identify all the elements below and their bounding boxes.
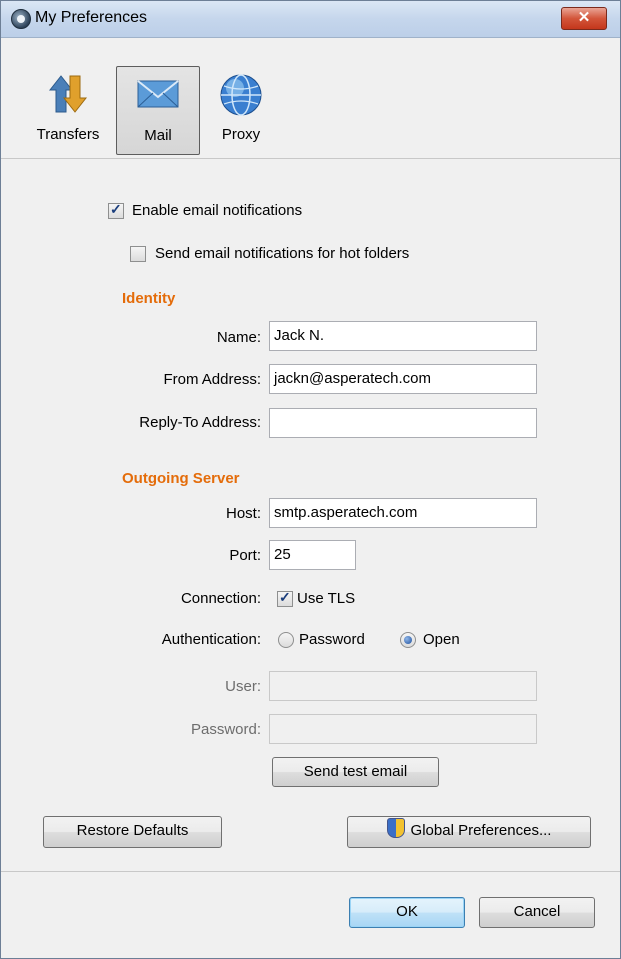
preferences-window: My Preferences ✕ Transfers Mail Proxy ✓ …	[0, 0, 621, 959]
send-test-email-button[interactable]: Send test email	[272, 757, 439, 787]
user-label: User:	[225, 678, 261, 695]
mail-icon	[135, 73, 181, 117]
cancel-button[interactable]: Cancel	[479, 897, 595, 928]
proxy-globe-icon	[218, 72, 264, 122]
hot-folders-checkbox[interactable]	[130, 246, 146, 262]
auth-password-label: Password	[299, 631, 365, 648]
global-preferences-button[interactable]: Global Preferences...	[347, 816, 591, 848]
tab-mail-label: Mail	[144, 127, 172, 144]
from-address-label: From Address:	[163, 371, 261, 388]
tab-transfers[interactable]: Transfers	[27, 66, 109, 153]
title-bar: My Preferences ✕	[1, 1, 620, 38]
authentication-label: Authentication:	[161, 631, 261, 648]
tab-proxy-label: Proxy	[221, 126, 261, 143]
host-field[interactable]: smtp.asperatech.com	[269, 498, 537, 528]
auth-open-radio[interactable]	[400, 632, 416, 648]
restore-defaults-button[interactable]: Restore Defaults	[43, 816, 222, 848]
tab-transfers-label: Transfers	[36, 126, 100, 143]
tab-proxy[interactable]: Proxy	[205, 66, 277, 153]
identity-heading: Identity	[122, 290, 176, 307]
user-field[interactable]	[269, 671, 537, 701]
preferences-toolbar: Transfers Mail Proxy	[1, 38, 620, 159]
footer-divider	[1, 871, 620, 872]
ok-button[interactable]: OK	[349, 897, 465, 928]
app-logo-icon	[11, 9, 31, 29]
port-label: Port:	[229, 547, 261, 564]
global-preferences-label: Global Preferences...	[410, 822, 552, 839]
hot-folders-label: Send email notifications for hot folders	[155, 245, 410, 262]
auth-password-radio[interactable]	[278, 632, 294, 648]
enable-notifications-label: Enable email notifications	[132, 202, 303, 219]
auth-open-label: Open	[423, 631, 460, 648]
from-address-field[interactable]: jackn@asperatech.com	[269, 364, 537, 394]
uac-shield-icon	[386, 818, 405, 838]
connection-label: Connection:	[180, 590, 261, 607]
password-label: Password:	[190, 721, 261, 738]
enable-notifications-checkbox[interactable]	[108, 201, 124, 219]
tab-mail[interactable]: Mail	[116, 66, 200, 155]
use-tls-checkbox[interactable]	[277, 589, 293, 607]
password-field[interactable]	[269, 714, 537, 744]
host-label: Host:	[225, 505, 261, 522]
reply-to-address-field[interactable]	[269, 408, 537, 438]
port-field[interactable]: 25	[269, 540, 356, 570]
name-label: Name:	[216, 329, 261, 346]
outgoing-server-heading: Outgoing Server	[122, 470, 240, 487]
transfers-icon	[46, 72, 90, 120]
close-button[interactable]: ✕	[561, 7, 607, 30]
reply-to-address-label: Reply-To Address:	[139, 414, 261, 431]
window-title: My Preferences	[35, 9, 148, 26]
name-field[interactable]: Jack N.	[269, 321, 537, 351]
use-tls-label: Use TLS	[297, 590, 356, 607]
